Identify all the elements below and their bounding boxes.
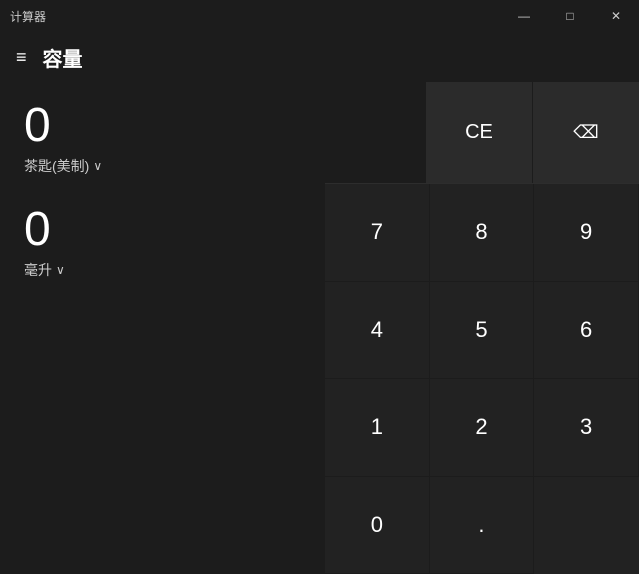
input-unit-chevron: ∨: [93, 159, 102, 173]
output-unit-selector[interactable]: 毫升 ∨: [24, 260, 301, 280]
num-btn-9[interactable]: 9: [534, 184, 639, 282]
ce-button[interactable]: CE: [425, 82, 532, 183]
backspace-icon: ⌫: [573, 122, 598, 143]
close-button[interactable]: ✕: [593, 0, 639, 32]
input-section: 0 茶匙(美制) ∨: [24, 102, 301, 176]
hamburger-icon[interactable]: ≡: [16, 47, 27, 68]
maximize-button[interactable]: □: [547, 0, 593, 32]
top-spacer: [325, 82, 425, 183]
num-btn-5[interactable]: 5: [430, 282, 535, 380]
num-btn-7[interactable]: 7: [325, 184, 430, 282]
input-unit-selector[interactable]: 茶匙(美制) ∨: [24, 156, 301, 176]
app-header: ≡ 容量: [0, 32, 639, 82]
num-btn-3[interactable]: 3: [534, 379, 639, 477]
input-unit-label: 茶匙(美制): [24, 156, 89, 176]
top-buttons-row: CE ⌫: [325, 82, 639, 184]
input-value: 0: [24, 102, 301, 150]
num-btn-dot[interactable]: .: [430, 477, 535, 574]
output-unit-chevron: ∨: [56, 263, 65, 277]
backspace-button[interactable]: ⌫: [532, 82, 639, 183]
output-section: 0 毫升 ∨: [24, 206, 301, 280]
title-bar: 计算器 — □ ✕: [0, 0, 639, 32]
left-panel: 0 茶匙(美制) ∨ 0 毫升 ∨: [0, 82, 325, 574]
numpad: 7 8 9 4 5 6 1 2 3 0 .: [325, 184, 639, 574]
num-btn-0[interactable]: 0: [325, 477, 430, 574]
num-btn-4[interactable]: 4: [325, 282, 430, 380]
num-btn-6[interactable]: 6: [534, 282, 639, 380]
window-title: 计算器: [10, 8, 46, 25]
num-btn-1[interactable]: 1: [325, 379, 430, 477]
output-value: 0: [24, 206, 301, 254]
window-controls: — □ ✕: [501, 0, 639, 32]
app-title: 容量: [43, 43, 83, 72]
num-btn-2[interactable]: 2: [430, 379, 535, 477]
output-unit-label: 毫升: [24, 260, 52, 280]
main-area: 0 茶匙(美制) ∨ 0 毫升 ∨ CE ⌫ 7 8 9: [0, 82, 639, 574]
minimize-button[interactable]: —: [501, 0, 547, 32]
num-btn-8[interactable]: 8: [430, 184, 535, 282]
right-panel: CE ⌫ 7 8 9 4 5 6 1 2 3 0 .: [325, 82, 639, 574]
